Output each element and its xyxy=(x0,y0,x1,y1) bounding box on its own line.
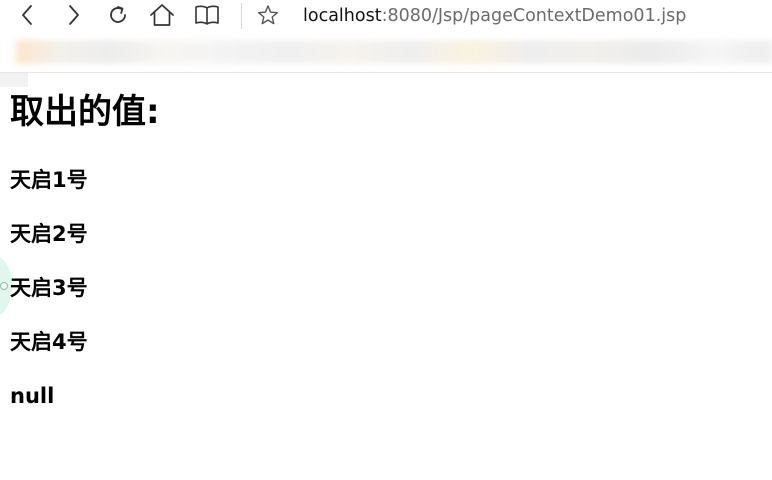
refresh-button[interactable] xyxy=(101,0,135,30)
value-item: 天启1号 xyxy=(10,168,88,192)
reading-view-button[interactable] xyxy=(190,0,224,30)
value-item-null: null xyxy=(10,384,55,408)
home-button[interactable] xyxy=(145,0,179,30)
favorites-bar xyxy=(0,34,772,73)
value-item: 天启2号 xyxy=(10,222,88,246)
back-button[interactable] xyxy=(11,0,45,30)
reading-view-icon xyxy=(194,3,220,27)
home-icon xyxy=(149,3,175,27)
side-button-icon xyxy=(0,282,8,290)
page-corner-tab xyxy=(0,73,28,87)
page-heading: 取出的值: xyxy=(10,92,160,132)
forward-button[interactable] xyxy=(56,0,90,30)
favorite-star-icon xyxy=(257,4,279,26)
toolbar-separator xyxy=(241,3,242,29)
refresh-icon xyxy=(106,3,130,27)
favorite-button[interactable] xyxy=(251,0,285,30)
url-host: localhost xyxy=(303,6,382,26)
value-item: 天启3号 xyxy=(10,276,88,300)
address-bar[interactable]: localhost:8080/Jsp/pageContextDemo01.jsp xyxy=(303,4,686,28)
value-item: 天启4号 xyxy=(10,330,88,354)
favorites-bar-blurred-items xyxy=(16,40,772,64)
forward-icon xyxy=(63,4,83,26)
url-path: :8080/Jsp/pageContextDemo01.jsp xyxy=(381,6,687,26)
browser-toolbar: localhost:8080/Jsp/pageContextDemo01.jsp xyxy=(0,0,772,34)
back-icon xyxy=(18,4,38,26)
